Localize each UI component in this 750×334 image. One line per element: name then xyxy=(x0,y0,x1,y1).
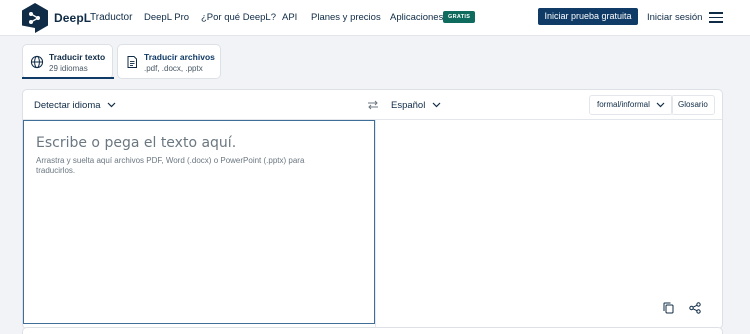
chevron-down-icon xyxy=(432,103,441,108)
nav-why-deepl[interactable]: ¿Por qué DeepL? xyxy=(201,12,276,23)
sign-in-link[interactable]: Iniciar sesión xyxy=(647,12,702,23)
active-tab-indicator xyxy=(22,77,114,79)
glossary-button[interactable]: Glosario xyxy=(671,95,715,115)
tab-translate-files[interactable]: Traducir archivos .pdf, .docx, .pptx xyxy=(117,44,221,79)
target-language-label: Español xyxy=(391,100,426,111)
document-icon xyxy=(127,56,137,68)
deepl-logo-icon[interactable] xyxy=(21,2,49,34)
source-text-input[interactable]: Escribe o pega el texto aquí. Arrastra y… xyxy=(23,120,375,324)
nav-apps[interactable]: Aplicaciones xyxy=(390,12,443,23)
brand-subtitle[interactable]: Traductor xyxy=(90,12,132,23)
brand-name[interactable]: DeepL xyxy=(54,11,91,25)
share-icon[interactable] xyxy=(689,302,701,314)
copy-icon[interactable] xyxy=(663,302,674,314)
hamburger-menu-icon[interactable] xyxy=(709,11,723,23)
top-header: DeepL Traductor DeepL Pro ¿Por qué DeepL… xyxy=(0,0,750,36)
tab-subtitle: .pdf, .docx, .pptx xyxy=(144,64,203,73)
tab-title: Traducir archivos xyxy=(144,52,215,62)
tab-subtitle: 29 idiomas xyxy=(49,64,88,73)
tab-title: Traducir texto xyxy=(49,52,106,62)
source-language-select[interactable]: Detectar idioma xyxy=(34,100,116,111)
drop-files-hint: Arrastra y suelta aquí archivos PDF, Wor… xyxy=(36,156,305,175)
translator-panel: Detectar idioma Español formal/informal … xyxy=(22,89,723,329)
language-bar: Detectar idioma Español formal/informal … xyxy=(23,90,722,120)
panel-divider xyxy=(375,120,376,328)
free-badge: GRATIS xyxy=(443,11,476,23)
chevron-down-icon xyxy=(107,103,116,108)
nav-api[interactable]: API xyxy=(282,12,297,23)
bottom-panel xyxy=(22,327,723,334)
formality-label: formal/informal xyxy=(597,100,650,109)
chevron-down-icon xyxy=(656,102,665,108)
globe-icon xyxy=(30,55,44,69)
nav-deepl-pro[interactable]: DeepL Pro xyxy=(144,12,189,23)
formality-select[interactable]: formal/informal xyxy=(589,95,674,115)
source-language-label: Detectar idioma xyxy=(34,100,101,111)
start-trial-button[interactable]: Iniciar prueba gratuita xyxy=(538,8,638,25)
target-language-select[interactable]: Español xyxy=(391,100,441,111)
nav-pricing[interactable]: Planes y precios xyxy=(311,12,381,23)
swap-languages-icon[interactable] xyxy=(367,99,379,111)
source-placeholder: Escribe o pega el texto aquí. xyxy=(36,135,237,151)
tab-translate-text[interactable]: Traducir texto 29 idiomas xyxy=(22,44,114,79)
